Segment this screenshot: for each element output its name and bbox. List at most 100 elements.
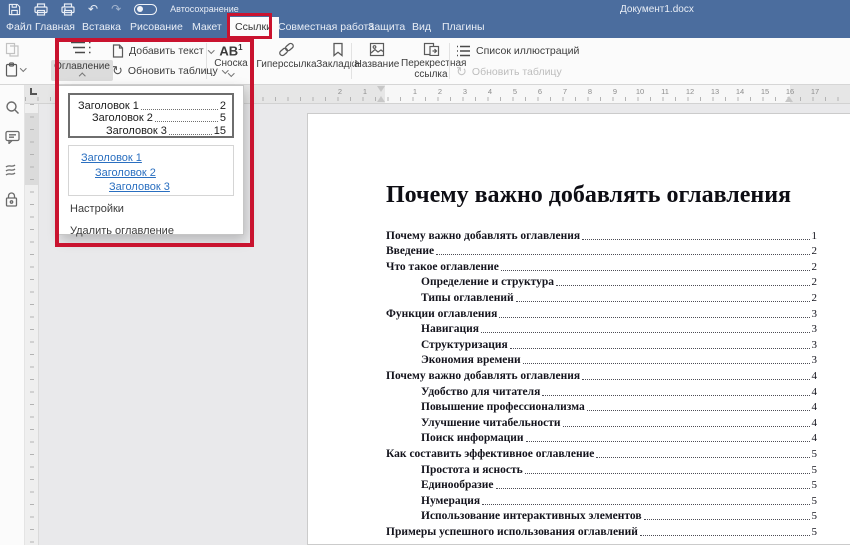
- toc-entry-13: Поиск информации4: [386, 429, 817, 445]
- document-filename: Документ1.docx: [620, 4, 694, 15]
- toc-entry-5: Функции оглавления3: [386, 304, 817, 320]
- toc-entry-4: Типы оглавлений2: [386, 288, 817, 304]
- toc-dropdown-panel: Заголовок 12Заголовок 25Заголовок 315 За…: [58, 85, 244, 235]
- bookmark-icon: [332, 42, 344, 57]
- hyperlink-button[interactable]: Гиперссылка: [258, 42, 315, 70]
- toc-button-pressed-area[interactable]: Оглавление: [51, 60, 113, 81]
- undo-icon[interactable]: ↶: [88, 3, 98, 15]
- quick-print-icon[interactable]: [61, 3, 75, 16]
- toc-entry-2: Что такое оглавление2: [386, 257, 817, 273]
- toc-entry-1: Введение2: [386, 242, 817, 258]
- ribbon-toolbar: Оглавление Добавить текст ↻ Обновить таб…: [0, 38, 850, 85]
- add-text-button[interactable]: Добавить текст: [112, 44, 213, 58]
- ruler-number-cm-10: 11: [661, 87, 669, 96]
- toc-link-preview-0: Заголовок 1: [81, 151, 227, 166]
- toc-entry-12: Улучшение читабельности4: [386, 413, 817, 429]
- update-table-button[interactable]: ↻ Обновить таблицу: [112, 65, 227, 77]
- ruler-number-cm-13: 14: [736, 87, 744, 96]
- cross-reference-button[interactable]: Перекрестная ссылка: [400, 42, 462, 80]
- menu-tab-4[interactable]: Макет: [192, 17, 222, 38]
- update-figures-table-button[interactable]: ↻ Обновить таблицу: [456, 66, 562, 78]
- chevron-down-icon: [20, 65, 26, 71]
- menu-tabs: ФайлГлавная Вставка Рисование Макет СсылкиСо…: [0, 17, 850, 38]
- cross-reference-label: Перекрестная ссылка: [401, 58, 461, 80]
- print-icon[interactable]: [34, 3, 48, 16]
- autosave-label: Автосохранение: [170, 4, 239, 14]
- figures-list-label: Список иллюстраций: [476, 45, 579, 57]
- ruler-number-cm-3: 4: [488, 87, 492, 96]
- menu-tab-6[interactable]: Совместная работа: [278, 17, 374, 38]
- toc-remove-item[interactable]: Удалить оглавление: [70, 225, 174, 237]
- ruler-number-cm-5: 6: [538, 87, 542, 96]
- figures-list-button[interactable]: Список иллюстраций: [456, 45, 579, 57]
- footnote-button[interactable]: AB1 Сноска: [211, 40, 251, 76]
- ruler-number-cm-4: 5: [513, 87, 517, 96]
- toc-style-links-option[interactable]: Заголовок 1Заголовок 2Заголовок 3: [68, 145, 234, 196]
- figures-list-icon: [456, 45, 471, 57]
- toc-entry-8: Экономия времени3: [386, 351, 817, 367]
- refresh-icon: ↻: [112, 65, 123, 77]
- group-separator: [252, 43, 253, 79]
- toc-preview-row-1: Заголовок 25: [76, 112, 226, 125]
- toc-entry-3: Определение и структура2: [386, 273, 817, 289]
- menu-tab-2[interactable]: Вставка: [82, 17, 121, 38]
- edits-icon[interactable]: [5, 163, 20, 178]
- table-of-contents-button[interactable]: Оглавление: [58, 40, 106, 81]
- toc-settings-item[interactable]: Настройки: [70, 203, 124, 215]
- toc-entry-18: Использование интерактивных элементов5: [386, 507, 817, 523]
- cross-reference-icon: [423, 42, 440, 56]
- group-separator: [206, 43, 207, 79]
- first-line-indent-marker[interactable]: [377, 86, 385, 92]
- refresh-icon: ↻: [456, 66, 467, 78]
- ruler-number-cm-16: 17: [811, 87, 819, 96]
- ruler-number-cm-8: 9: [613, 87, 617, 96]
- copy-icon[interactable]: [5, 42, 20, 62]
- menu-tab-5[interactable]: Ссылки: [228, 17, 279, 38]
- toc-entry-0: Почему важно добавлять оглавления1: [386, 226, 817, 242]
- chevron-down-icon: [228, 70, 234, 76]
- add-text-icon: [112, 44, 124, 58]
- toc-entry-19: Примеры успешного использования оглавлен…: [386, 522, 817, 538]
- ruler-number-cm-12: 13: [711, 87, 719, 96]
- protection-lock-icon[interactable]: [5, 192, 20, 207]
- toc-entry-16: Единообразие5: [386, 476, 817, 492]
- caption-button[interactable]: Название: [354, 42, 400, 70]
- quick-access-toolbar: ↶ ↷ Автосохранение: [7, 2, 239, 16]
- toc-style-numbered-option[interactable]: Заголовок 12Заголовок 25Заголовок 315: [68, 93, 234, 138]
- search-icon[interactable]: [5, 100, 20, 115]
- left-sidebar: [0, 85, 25, 545]
- menu-tab-1[interactable]: Главная: [35, 17, 75, 38]
- paste-button[interactable]: [5, 62, 26, 77]
- menu-tab-3[interactable]: Рисование: [130, 17, 183, 38]
- tab-stop-selector-icon[interactable]: [30, 88, 37, 95]
- left-indent-marker[interactable]: [377, 96, 385, 102]
- toc-entry-11: Повышение профессионализма4: [386, 398, 817, 414]
- toc-preview-row-2: Заголовок 315: [76, 124, 226, 137]
- comments-icon[interactable]: [5, 130, 20, 145]
- toc-entry-17: Нумерация5: [386, 491, 817, 507]
- menu-tab-0[interactable]: Файл: [6, 17, 32, 38]
- toc-link-preview-2: Заголовок 3: [109, 180, 227, 195]
- toc-link-preview-1: Заголовок 2: [95, 166, 227, 181]
- autosave-toggle[interactable]: [134, 4, 157, 15]
- document-toc: Почему важно добавлять оглавления1Введен…: [386, 226, 817, 538]
- redo-icon[interactable]: ↷: [111, 3, 121, 15]
- footnote-icon: AB1: [219, 40, 242, 58]
- toc-entry-14: Как составить эффективное оглавление5: [386, 444, 817, 460]
- toc-entry-7: Структуризация3: [386, 335, 817, 351]
- hyperlink-icon: [278, 42, 295, 57]
- ruler-number-cm-14: 15: [761, 87, 769, 96]
- toc-entry-10: Удобство для читателя4: [386, 382, 817, 398]
- toc-entry-6: Навигация3: [386, 320, 817, 336]
- caption-label: Название: [355, 59, 400, 70]
- ruler-number-cm-2: 3: [463, 87, 467, 96]
- right-indent-marker[interactable]: [785, 96, 793, 102]
- menu-tab-9[interactable]: Плагины: [442, 17, 485, 38]
- group-separator: [449, 43, 450, 79]
- menu-tab-7[interactable]: Защита: [368, 17, 405, 38]
- menu-tab-8[interactable]: Вид: [412, 17, 431, 38]
- chevron-up-icon: [79, 73, 85, 79]
- footnote-label: Сноска: [214, 58, 247, 69]
- ruler-number-cm-1: 2: [438, 87, 442, 96]
- save-icon[interactable]: [7, 3, 21, 16]
